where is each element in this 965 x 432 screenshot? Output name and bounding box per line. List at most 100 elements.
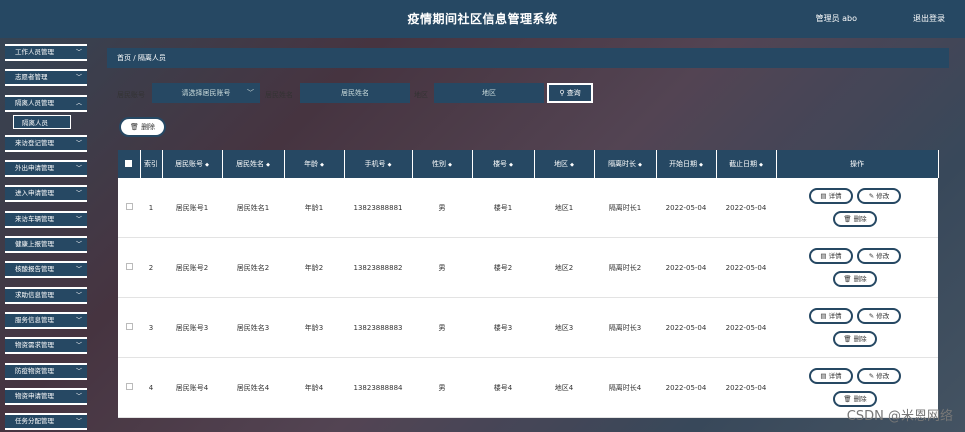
name-input[interactable]: 居民姓名 xyxy=(300,83,410,103)
sort-icon: ◆ xyxy=(509,162,513,168)
sidebar-item-supply-need[interactable]: 物资需求管理 ﹀ xyxy=(5,337,87,355)
chevron-down-icon: ﹀ xyxy=(247,89,254,97)
edit-button[interactable]: ✎ 修改 xyxy=(857,368,901,384)
table-header-row: 索引 居民账号 ◆ 居民姓名 ◆ 年龄 ◆ 手机号 ◆ 性别 ◆ 楼号 ◆ 地区 ◆ 隔离时长… xyxy=(118,150,939,178)
select-all-checkbox[interactable] xyxy=(118,150,141,178)
table-cell: 2022-05-04 xyxy=(716,178,776,238)
table-cell: 男 xyxy=(412,178,472,238)
col-duration[interactable]: 隔离时长 ◆ xyxy=(594,150,657,178)
col-phone[interactable]: 手机号 ◆ xyxy=(344,150,413,178)
sidebar-item-outing[interactable]: 外出申请管理 ﹀ xyxy=(5,160,87,178)
detail-button[interactable]: ▤ 详情 xyxy=(809,188,853,204)
table-cell: 地区2 xyxy=(534,237,594,298)
col-start-date[interactable]: 开始日期 ◆ xyxy=(656,150,717,178)
sort-icon: ◆ xyxy=(205,162,209,168)
row-actions: ▤ 详情 ✎ 修改 🗑 删除 xyxy=(776,178,938,238)
name-label: 居民姓名 xyxy=(265,91,293,99)
sidebar-item-volunteer[interactable]: 志愿者管理 ﹀ xyxy=(5,69,87,87)
table-cell: 楼号1 xyxy=(472,178,534,238)
area-input[interactable]: 地区 xyxy=(434,83,544,103)
sort-icon: ◆ xyxy=(266,162,270,168)
col-area[interactable]: 地区 ◆ xyxy=(534,150,595,178)
detail-button[interactable]: ▤ 详情 xyxy=(809,248,853,264)
sidebar-subitem-isolated-people[interactable]: 隔离人员 xyxy=(13,114,71,129)
table-cell: 居民姓名3 xyxy=(222,297,284,358)
chevron-down-icon: ﹀ xyxy=(75,367,82,375)
col-building[interactable]: 楼号 ◆ xyxy=(472,150,535,178)
detail-button[interactable]: ▤ 详情 xyxy=(809,308,853,324)
chevron-down-icon: ﹀ xyxy=(75,418,82,426)
sidebar-item-epidemic-supply[interactable]: 防疫物资管理 ﹀ xyxy=(5,362,87,380)
sidebar-item-vehicle[interactable]: 来访车辆管理 ﹀ xyxy=(5,210,87,228)
delete-button[interactable]: 🗑 删除 xyxy=(833,271,877,287)
breadcrumb-current: 隔离人员 xyxy=(137,54,166,62)
sidebar-item-visitor-register[interactable]: 来访登记管理 ﹀ xyxy=(5,134,87,152)
chevron-down-icon: ﹀ xyxy=(75,316,82,324)
chevron-down-icon: ﹀ xyxy=(75,392,82,400)
document-icon: ▤ xyxy=(820,372,827,380)
sidebar-item-task[interactable]: 任务分配管理 ﹀ xyxy=(5,413,87,431)
chevron-down-icon: ﹀ xyxy=(75,266,82,274)
logout-link[interactable]: 退出登录 xyxy=(913,13,945,24)
row-checkbox[interactable] xyxy=(118,357,140,418)
table-cell: 13823888881 xyxy=(344,178,412,238)
search-icon: ⚲ xyxy=(559,89,565,97)
watermark: CSDN @米恩网络 xyxy=(846,409,953,424)
chevron-down-icon: ﹀ xyxy=(75,49,82,56)
row-checkbox[interactable] xyxy=(118,178,140,238)
pencil-icon: ✎ xyxy=(868,312,875,320)
main-content: 首页 / 隔离人员 居民账号 请选择居民账号 ﹀ 居民姓名 居民姓名 地区 地区… xyxy=(107,48,949,418)
bulk-delete-button[interactable]: 🗑 删除 xyxy=(119,117,166,137)
sidebar-item-health[interactable]: 健康上报管理 ﹀ xyxy=(5,236,87,254)
breadcrumb-separator: / xyxy=(133,54,136,62)
pencil-icon: ✎ xyxy=(868,372,875,380)
row-checkbox[interactable] xyxy=(118,297,140,358)
table-cell: 2 xyxy=(140,237,162,298)
search-button[interactable]: ⚲ 查询 xyxy=(547,83,593,103)
sort-icon: ◆ xyxy=(387,162,392,168)
table-cell: 2022-05-04 xyxy=(716,237,776,298)
edit-button[interactable]: ✎ 修改 xyxy=(857,188,901,204)
col-name[interactable]: 居民姓名 ◆ xyxy=(222,150,285,178)
table-cell: 楼号4 xyxy=(472,357,534,418)
account-select[interactable]: 请选择居民账号 ﹀ xyxy=(152,83,260,103)
document-icon: ▤ xyxy=(820,252,827,260)
sort-icon: ◆ xyxy=(759,162,763,168)
chevron-down-icon: ﹀ xyxy=(75,291,82,299)
sidebar-item-entry[interactable]: 进入申请管理 ﹀ xyxy=(5,185,87,203)
delete-button[interactable]: 🗑 删除 xyxy=(833,211,877,227)
sidebar-item-help[interactable]: 求助信息管理 ﹀ xyxy=(5,286,87,304)
sidebar-item-isolation[interactable]: 隔离人员管理 ︿ xyxy=(5,94,87,112)
table-row: 4 居民账号4 居民姓名4 年龄4 13823888884 男楼号4 地区4 隔离时长4 202… xyxy=(118,357,938,418)
table-cell: 4 xyxy=(140,357,162,418)
row-actions: ▤ 详情 ✎ 修改 🗑 删除 xyxy=(776,237,938,298)
table-cell: 隔离时长3 xyxy=(594,297,656,358)
account-label: 居民账号 xyxy=(117,91,145,99)
edit-button[interactable]: ✎ 修改 xyxy=(857,308,901,324)
col-age[interactable]: 年龄 ◆ xyxy=(284,150,345,178)
table-cell: 居民姓名4 xyxy=(222,357,284,418)
top-bar: 疫情期间社区信息管理系统 管理员 abo 退出登录 xyxy=(0,0,965,38)
table-cell: 13823888882 xyxy=(344,237,412,298)
delete-button[interactable]: 🗑 删除 xyxy=(833,331,877,347)
sidebar-item-service[interactable]: 服务信息管理 ﹀ xyxy=(5,311,87,329)
row-checkbox[interactable] xyxy=(118,237,140,298)
chevron-down-icon: ﹀ xyxy=(75,139,82,147)
sidebar-item-staff[interactable]: 工作人员管理 ﹀ xyxy=(5,44,87,61)
trash-icon: 🗑 xyxy=(129,123,139,131)
detail-button[interactable]: ▤ 详情 xyxy=(809,368,853,384)
table-cell: 男 xyxy=(412,237,472,298)
current-user: 管理员 abo xyxy=(815,14,857,23)
edit-button[interactable]: ✎ 修改 xyxy=(857,248,901,264)
table-cell: 地区3 xyxy=(534,297,594,358)
col-account[interactable]: 居民账号 ◆ xyxy=(162,150,223,178)
table-cell: 年龄3 xyxy=(284,297,344,358)
col-gender[interactable]: 性别 ◆ xyxy=(412,150,473,178)
breadcrumb-home[interactable]: 首页 xyxy=(117,54,131,62)
table-cell: 居民账号4 xyxy=(162,357,222,418)
sidebar-item-nucleic[interactable]: 核酸报告管理 ﹀ xyxy=(5,261,87,279)
trash-icon: 🗑 xyxy=(843,215,852,223)
sidebar-item-supply-apply[interactable]: 物资申请管理 ﹀ xyxy=(5,387,87,405)
col-end-date[interactable]: 截止日期 ◆ xyxy=(716,150,777,178)
table-cell: 居民账号1 xyxy=(162,178,222,238)
